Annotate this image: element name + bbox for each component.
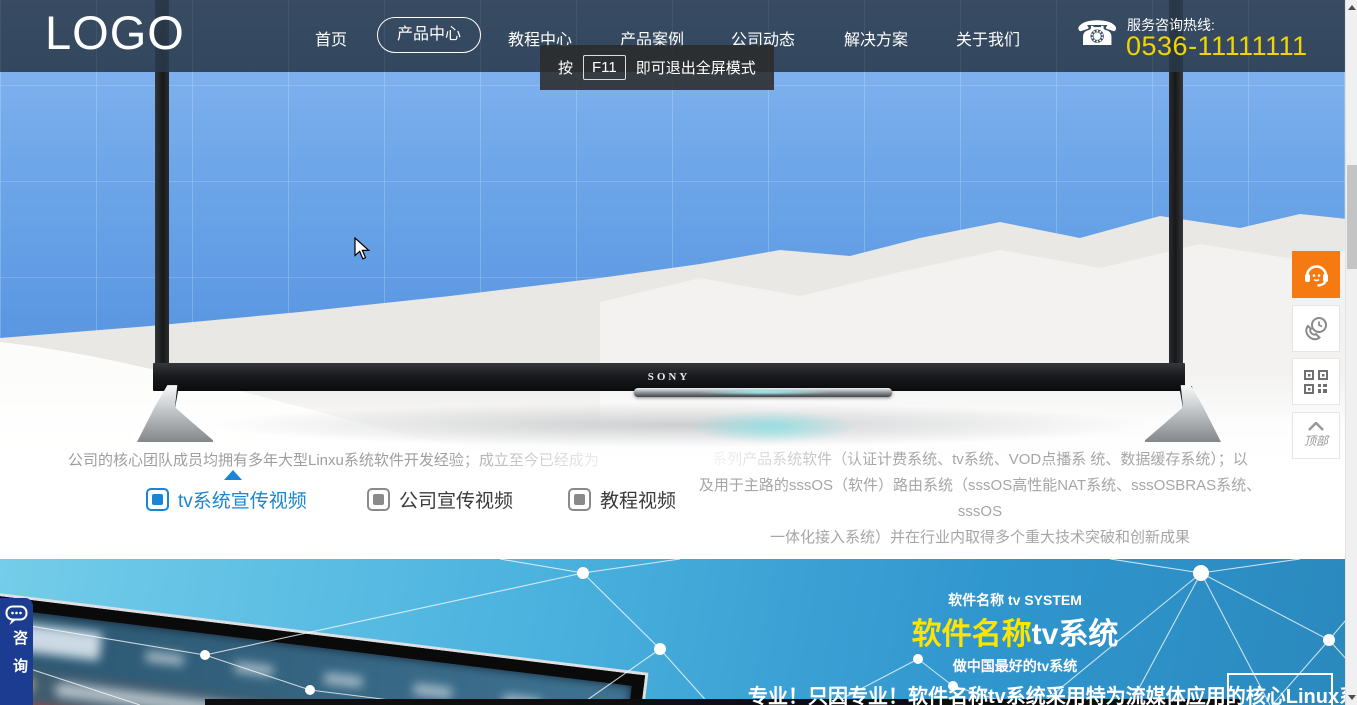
scrollbar-down-arrow[interactable] [1348, 695, 1356, 700]
hotline-number: 0536-11111111 [1126, 31, 1308, 62]
active-tab-pointer [224, 470, 242, 480]
site-logo[interactable]: LOGO [45, 5, 185, 60]
phone-clock-icon [1302, 315, 1330, 343]
scrollbar-thumb[interactable] [1347, 165, 1357, 269]
promo-title: 软件名称tv系统 [860, 609, 1170, 653]
nav-item-solutions[interactable]: 解决方案 [844, 26, 908, 50]
tab-tutorial-video[interactable]: 教程视频 [568, 486, 676, 513]
tab-label: 公司宣传视频 [399, 486, 513, 513]
intro-paragraph-line3: 一体化接入系统）并在行业内取得多个重大技术突破和创新成果 [692, 525, 1268, 551]
f11-key-badge: F11 [583, 55, 626, 80]
intro-paragraph: 系列产品系统软件（认证计费系统、tv系统、VOD点播系 统、数据缓存系统）；以 … [692, 447, 1268, 551]
tab-company-video[interactable]: 公司宣传视频 [367, 486, 513, 513]
fullscreen-exit-toast: 按 F11 即可退出全屏模式 [540, 45, 774, 90]
toast-prefix: 按 [558, 57, 573, 78]
tab-label: tv系统宣传视频 [178, 486, 307, 513]
checkbox-icon [146, 488, 169, 511]
promo-subtitle: 做中国最好的tv系统 [860, 656, 1170, 676]
speech-bubble-icon [5, 605, 28, 626]
phone-contact-button[interactable] [1292, 305, 1340, 352]
chevron-up-icon [1308, 422, 1324, 431]
customer-service-button[interactable] [1292, 251, 1340, 298]
qrcode-icon [1304, 370, 1328, 394]
tv-ground-shadow [190, 402, 1170, 448]
tv-stand-right [1145, 384, 1221, 442]
scrollbar-up-arrow[interactable] [1348, 5, 1356, 10]
nav-item-products-active[interactable]: 产品中心 [377, 17, 481, 53]
headset-icon [1302, 261, 1330, 288]
tv-stand-left [137, 384, 213, 442]
nav-item-home[interactable]: 首页 [315, 26, 347, 50]
qrcode-button[interactable] [1292, 358, 1340, 405]
back-to-top-button[interactable]: 顶部 [1292, 412, 1340, 459]
promo-section: 专业！只因专业！软件名称tv系统采用特为流媒体应用的核心Linux系 软件名称 … [0, 559, 1357, 705]
tv-cyan-glow [688, 410, 856, 444]
promo-title-highlight: 软件名称 [912, 618, 1032, 651]
mouse-cursor [354, 237, 371, 261]
promo-outline-button[interactable] [1227, 673, 1333, 705]
chat-widget-label: 咨询客服 [9, 630, 33, 705]
tv-brand-logo: SONY [153, 371, 1185, 383]
checkbox-icon [367, 488, 390, 511]
tab-tv-promo-video[interactable]: tv系统宣传视频 [146, 486, 307, 513]
intro-text-left: 公司的核心团队成员均拥有多年大型Linxu系统软件开发经验；成立至今已经成为 [68, 449, 668, 470]
page-scrollbar[interactable] [1345, 0, 1357, 705]
checkbox-icon [568, 488, 591, 511]
chat-widget[interactable]: 咨询客服 [0, 598, 33, 705]
back-to-top-label: 顶部 [1304, 432, 1328, 449]
toast-suffix: 即可退出全屏模式 [636, 57, 756, 78]
intro-paragraph-line1: 系列产品系统软件（认证计费系统、tv系统、VOD点播系 统、数据缓存系统）；以 [692, 447, 1268, 473]
intro-paragraph-line2: 及用于主路的sssOS（软件）路由系统（sssOS高性能NAT系统、sssOSB… [692, 473, 1268, 525]
nav-item-about[interactable]: 关于我们 [956, 26, 1020, 50]
promo-title-rest: tv系统 [1032, 618, 1119, 651]
promo-eyebrow: 软件名称 tv SYSTEM [860, 590, 1170, 610]
tv-soundbar-highlight [700, 389, 830, 395]
telephone-icon: ☎ [1076, 17, 1118, 51]
page: SONY LOGO 首页 产品中心 教程中心 产品案例 公司动态 解决方案 关于… [0, 0, 1357, 705]
tab-label: 教程视频 [600, 486, 676, 513]
